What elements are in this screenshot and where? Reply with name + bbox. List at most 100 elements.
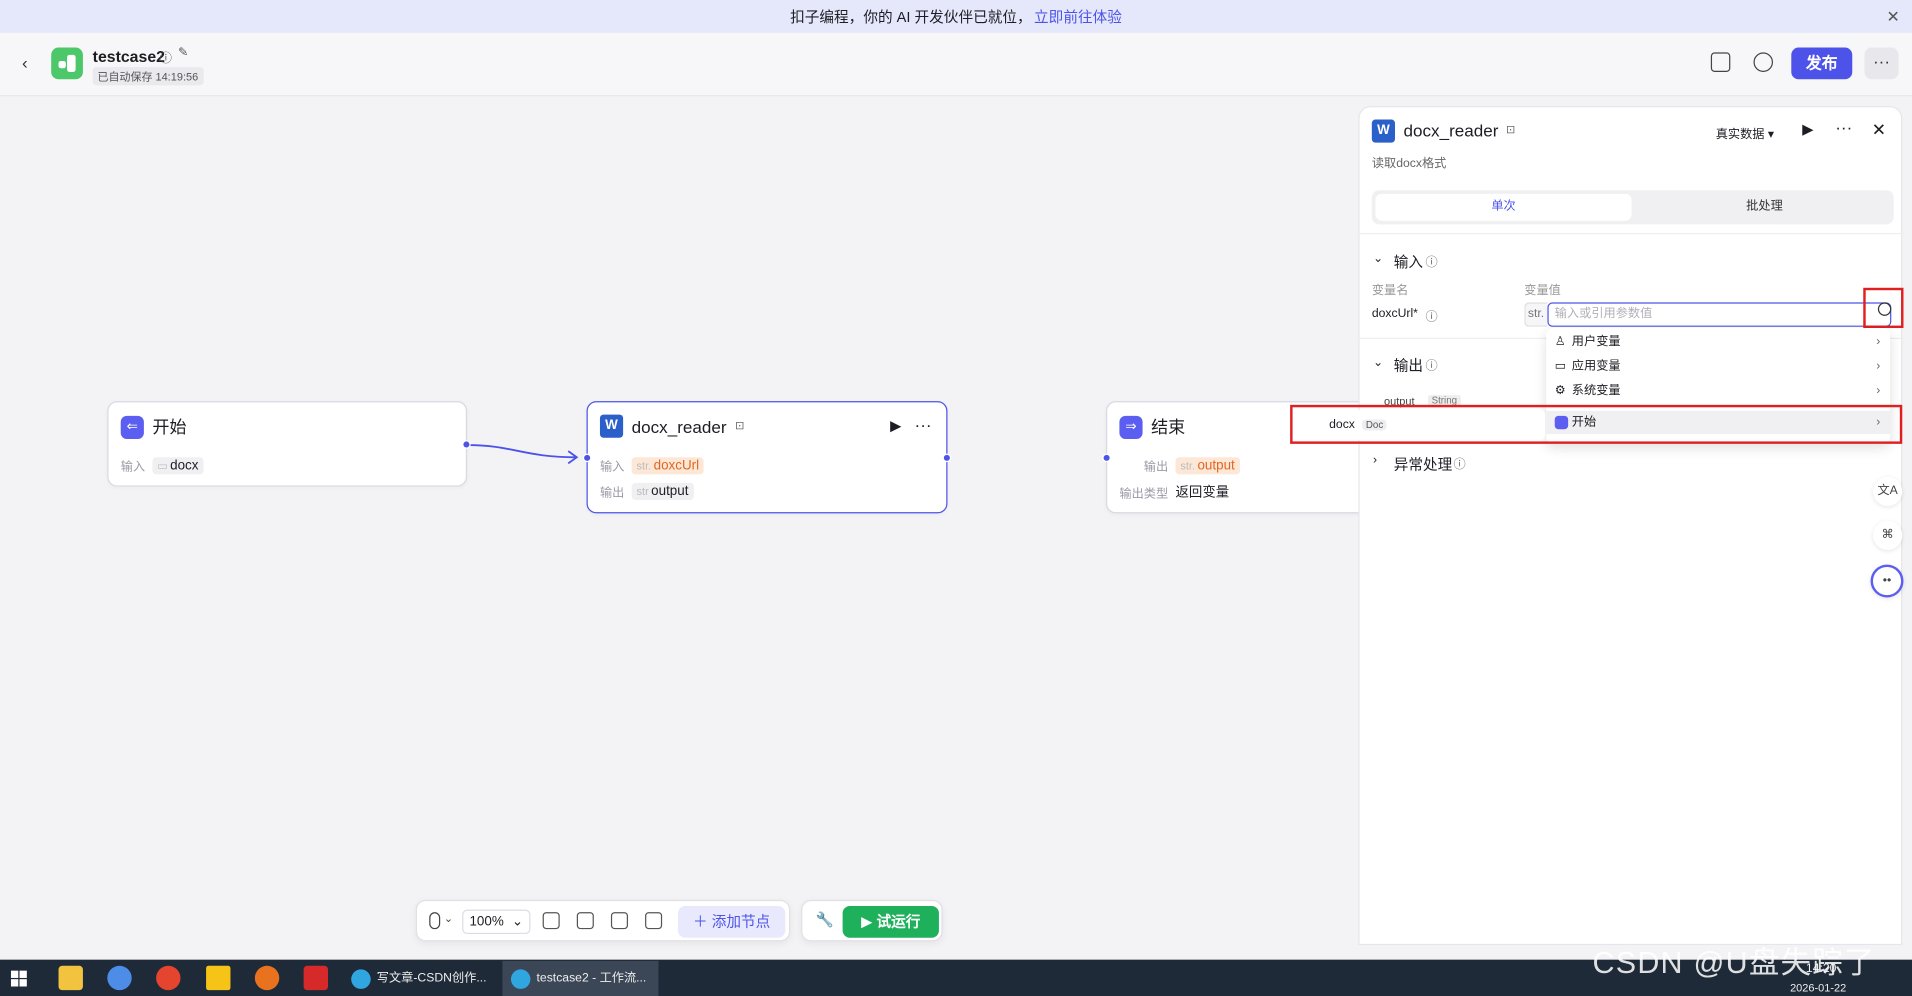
start-input-text: docx bbox=[170, 457, 199, 473]
output-section-title: 输出 bbox=[1393, 357, 1424, 375]
image-icon[interactable] bbox=[610, 912, 628, 930]
sticky-notes-icon[interactable] bbox=[206, 965, 231, 991]
plugin-icon: ⊡ bbox=[1505, 123, 1516, 136]
start-output-port[interactable] bbox=[462, 440, 471, 449]
panel-more-icon[interactable]: ··· bbox=[1835, 117, 1852, 137]
reference-variable-button[interactable] bbox=[1863, 287, 1904, 329]
chevron-down-icon[interactable]: ⌄ bbox=[444, 912, 453, 925]
taskbar-window-csdn[interactable]: 写文章-CSDN创作... bbox=[343, 961, 499, 996]
var-name-header: 变量名 bbox=[1371, 284, 1409, 298]
run-toolbar: 🔧 ▶ 试运行 bbox=[801, 899, 943, 942]
csdn-watermark: CSDN @U盘失踪了 bbox=[1592, 946, 1876, 981]
info-icon[interactable]: ⓘ bbox=[1454, 454, 1466, 471]
folder-icon: ▭ bbox=[1554, 359, 1567, 374]
copy-icon[interactable] bbox=[1710, 52, 1731, 72]
error-handling-title: 异常处理 bbox=[1393, 456, 1453, 474]
docx-input-port[interactable] bbox=[582, 453, 592, 463]
back-icon[interactable]: ‹ bbox=[22, 52, 28, 72]
banner-link[interactable]: 立即前往体验 bbox=[1034, 6, 1122, 27]
edit-icon[interactable]: ✎ bbox=[178, 46, 188, 59]
variable-ref-icon bbox=[1877, 302, 1892, 316]
end-node-title: 结束 bbox=[1151, 417, 1186, 437]
banner-close-icon[interactable]: ✕ bbox=[1887, 7, 1900, 27]
mouse-mode-icon[interactable] bbox=[429, 912, 441, 930]
end-output-value: str. output bbox=[1175, 456, 1240, 474]
gear-icon: ⚙ bbox=[1554, 384, 1566, 398]
tab-batch[interactable]: 批处理 bbox=[1643, 194, 1887, 221]
zoom-select[interactable]: 100% ⌄ bbox=[462, 909, 531, 935]
start-node-title: 开始 bbox=[152, 417, 187, 437]
file-explorer-icon[interactable] bbox=[58, 965, 83, 991]
docx-output-value: str output bbox=[631, 482, 694, 500]
dropdown-item-app-vars[interactable]: ▭ 应用变量 › bbox=[1546, 355, 1890, 378]
close-icon[interactable]: ✕ bbox=[1872, 120, 1886, 141]
banner-text: 扣子编程，你的 AI 开发伙伴已就位， bbox=[790, 8, 1032, 26]
var-value-input[interactable]: 输入或引用参数值 bbox=[1547, 302, 1892, 327]
start-input-value: ▭ docx bbox=[152, 456, 204, 474]
panel-title: docx_reader bbox=[1403, 120, 1499, 141]
canvas-toolbar: ⌄ 100% ⌄ ＋ 添加节点 bbox=[415, 899, 791, 942]
layout-icon[interactable] bbox=[576, 912, 594, 930]
user-icon: ♙ bbox=[1554, 335, 1566, 349]
word-icon: W bbox=[599, 414, 624, 438]
start-node-icon: ⇐ bbox=[120, 415, 144, 439]
var-value-header: 变量值 bbox=[1524, 284, 1561, 298]
word-icon: W bbox=[1371, 119, 1395, 143]
input-section-title: 输入 bbox=[1393, 253, 1424, 271]
chrome-icon[interactable] bbox=[156, 965, 181, 991]
test-run-button[interactable]: ▶ 试运行 bbox=[842, 906, 939, 938]
dropdown-item-system-vars[interactable]: ⚙ 系统变量 › bbox=[1546, 379, 1890, 402]
info-icon[interactable]: ⓘ bbox=[1425, 306, 1437, 324]
real-data-dropdown[interactable]: 真实数据 ▾ bbox=[1716, 123, 1774, 141]
chevron-down-icon[interactable]: ⌄ bbox=[1373, 252, 1383, 265]
more-options-button[interactable]: ··· bbox=[1864, 47, 1899, 80]
wrench-icon[interactable]: 🔧 bbox=[816, 911, 834, 928]
docx-input-value: str. doxcUrl bbox=[631, 456, 704, 474]
chevron-right-icon: › bbox=[1876, 384, 1881, 398]
workflow-header: ‹ testcase2 ⓘ ✎ 已自动保存 14:19:56 发布 ··· bbox=[0, 32, 1912, 97]
chevron-down-icon: ⌄ bbox=[511, 914, 524, 930]
docx-reader-node[interactable]: W docx_reader ⊡ ▶ ··· 输入 str. doxcUrl 输出 … bbox=[582, 401, 952, 514]
docx-output-label: 输出 bbox=[599, 486, 625, 500]
node-more-icon[interactable]: ··· bbox=[915, 415, 932, 435]
node-config-panel: W docx_reader ⊡ 读取docx格式 真实数据 ▾ ▶ ··· ✕ … bbox=[1358, 106, 1904, 946]
announcement-banner: 扣子编程，你的 AI 开发伙伴已就位， 立即前往体验 bbox=[0, 0, 1912, 33]
add-node-button[interactable]: ＋ 添加节点 bbox=[677, 906, 786, 938]
play-icon[interactable]: ▶ bbox=[1802, 121, 1813, 138]
publish-button[interactable]: 发布 bbox=[1791, 47, 1853, 80]
apps-icon[interactable]: ⌘ bbox=[1872, 520, 1903, 550]
docx-output-port[interactable] bbox=[942, 453, 952, 463]
end-output-type-label: 输出类型 bbox=[1119, 487, 1169, 501]
windows-start-icon[interactable] bbox=[10, 970, 27, 987]
docx-input-label: 输入 bbox=[599, 460, 625, 475]
tab-single[interactable]: 单次 bbox=[1375, 193, 1632, 221]
plugin-icon: ⊡ bbox=[735, 419, 745, 432]
translate-icon[interactable]: 文A bbox=[1872, 476, 1903, 507]
app-logo bbox=[51, 47, 83, 80]
chevron-right-icon[interactable]: › bbox=[1373, 454, 1377, 467]
taskbar-window-testcase2[interactable]: testcase2 - 工作流... bbox=[502, 960, 659, 996]
clock-date: 2026-01-22 bbox=[1790, 981, 1847, 994]
chevron-down-icon[interactable]: ⌄ bbox=[1373, 356, 1383, 369]
run-node-icon[interactable]: ▶ bbox=[890, 417, 901, 434]
end-input-port[interactable] bbox=[1102, 453, 1111, 463]
edge-icon bbox=[510, 969, 531, 989]
info-icon[interactable]: ⓘ bbox=[1425, 251, 1437, 269]
folder-icon: ▭ bbox=[157, 459, 168, 472]
end-node-icon: ⇒ bbox=[1119, 415, 1143, 439]
connection-edge bbox=[468, 444, 579, 465]
assistant-icon[interactable]: •• bbox=[1870, 564, 1904, 598]
firefox-icon[interactable] bbox=[254, 965, 280, 991]
wps-icon[interactable] bbox=[303, 965, 329, 991]
chevron-right-icon: › bbox=[1876, 359, 1881, 374]
end-output-type-value: 返回变量 bbox=[1175, 485, 1230, 500]
comment-icon[interactable] bbox=[542, 912, 560, 930]
minimap-icon[interactable] bbox=[645, 912, 663, 930]
dropdown-item-user-vars[interactable]: ♙ 用户变量 › bbox=[1546, 330, 1890, 353]
sogou-icon[interactable] bbox=[107, 965, 132, 991]
info-icon[interactable]: ⓘ bbox=[1425, 355, 1437, 373]
history-icon[interactable] bbox=[1753, 52, 1774, 72]
start-node[interactable]: ⇐ 开始 输入 ▭ docx bbox=[107, 401, 471, 487]
info-icon[interactable]: ⓘ bbox=[160, 48, 172, 65]
save-status-badge: 已自动保存 14:19:56 bbox=[92, 67, 204, 86]
